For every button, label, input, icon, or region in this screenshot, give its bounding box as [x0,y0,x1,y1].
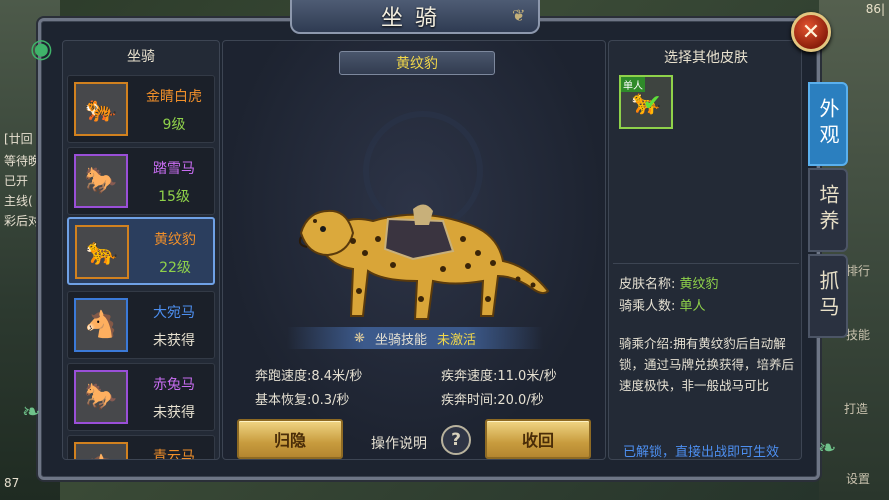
leaf-ornament-icon: ❧ [22,400,41,425]
skill-status: 未激活 [436,332,476,348]
leopard-model [298,204,550,320]
background-status-text: 86| [865,2,885,16]
skin-description: 骑乘介绍:拥有黄纹豹后自动解锁，通过马牌兑换获得，培养后速度极快，非一般战马可比 [619,336,795,393]
mount-name: 青云马 [153,449,195,460]
tab-label: 培养 [816,184,840,236]
grey-horse-icon: 🐴 [74,298,128,352]
mount-name: 金睛白虎 [146,89,202,105]
white-horse-icon: 🐎 [74,154,128,208]
skill-label: 坐骑技能 [374,332,427,348]
background-quest-text: 主线( [4,194,33,208]
background-menu-forge: 打造 [844,402,869,416]
skin-name-label: 皮肤名称: [619,277,676,292]
skin-header: 选择其他皮肤 [664,50,748,66]
tab-train[interactable]: 培养 [808,168,848,252]
mount-name: 黄纹豹 [154,232,196,248]
jade-ornament-icon: ◉ [30,34,53,64]
tab-appearance[interactable]: 外观 [808,82,848,166]
background-quest-text: [廿回 [4,132,33,146]
riders-row: 骑乘人数: 单人 [619,295,706,314]
mount-list-item-selected[interactable]: 🐆 黄纹豹 22级 [67,217,215,285]
mount-list-item[interactable]: 🐅 金睛白虎 9级 [67,75,215,143]
skill-icon: ❋ [354,330,365,346]
skin-panel: 选择其他皮肤 🐆 单人 ✔ 皮肤名称: 黄纹豹 骑乘人数: 单人 骑乘介绍:拥有… [608,40,802,460]
riders-value: 单人 [679,299,706,314]
background-quest-text: 已开 [4,174,29,188]
recovery-stat: 基本恢复:0.3/秒 [255,393,350,408]
tiger-icon: 🐅 [74,82,128,136]
tab-catch-horse[interactable]: 抓马 [808,254,848,338]
mount-level: 9级 [162,117,186,133]
background-menu-settings: 设置 [846,472,871,486]
riders-label: 骑乘人数: [619,299,676,314]
mount-name: 大宛马 [153,305,195,321]
skin-tag: 单人 [621,77,645,92]
mount-level: 15级 [158,189,190,205]
leaf-ornament-icon: ❧ [818,436,837,461]
background-quest-text: 彩后对 [4,214,41,228]
tab-label: 抓马 [816,270,840,322]
close-icon: ✕ [801,19,821,45]
run-speed-stat: 奔跑速度:8.4米/秒 [255,369,363,384]
mount-list-item[interactable]: 🐎 踏雪马 15级 [67,147,215,215]
mount-name: 踏雪马 [153,161,195,177]
black-horse-icon: 🐎 [74,370,128,424]
close-button[interactable]: ✕ [791,12,831,52]
skin-name-value: 黄纹豹 [679,277,719,292]
tab-label: 外观 [816,98,840,150]
recall-button[interactable]: 收回 [485,419,591,459]
background-quest-text: 等待晚 [4,154,41,168]
mount-level: 未获得 [153,333,195,349]
mount-name-plate: 黄纹豹 [339,51,495,75]
skin-option[interactable]: 🐆 单人 ✔ [619,75,673,129]
background-menu-skill: 技能 [846,328,871,342]
mount-list-header: 坐骑 [127,49,155,65]
unlock-status: 已解锁，直接出战即可生效 [623,445,780,460]
mount-level: 22级 [159,260,191,276]
window-title: 坐骑 [290,0,540,34]
mount-list-item[interactable]: 🐴 青云马 [67,435,215,460]
help-label: 操作说明 [371,436,427,452]
hide-button[interactable]: 归隐 [237,419,343,459]
skin-name-row: 皮肤名称: 黄纹豹 [619,273,719,292]
divider [613,263,799,264]
background-percent-text: 87 [4,476,20,490]
mount-list-item[interactable]: 🐴 大宛马 未获得 [67,291,215,359]
checkmark-icon: ✔ [643,91,662,116]
sprint-time-stat: 疾奔时间:20.0/秒 [441,393,544,408]
mount-preview-panel: 黄纹豹 ❋ 坐骑技能 未激活 奔跑速度:8.4米/秒 疾奔速度:11.0米/秒 … [222,40,606,460]
horse-icon: 🐴 [74,442,128,459]
mount-skill-bar[interactable]: ❋ 坐骑技能 未激活 [287,327,543,349]
leopard-icon: 🐆 [75,225,129,279]
background-menu-rank: 排行 [846,264,871,278]
help-icon[interactable]: ? [441,425,471,455]
mount-list-panel: 坐骑 🐅 金睛白虎 9级 🐎 踏雪马 15级 🐆 黄纹豹 22级 🐴 大宛马 未… [62,40,220,460]
mount-level: 未获得 [153,405,195,421]
title-ornament-right-icon: ❦ [512,6,526,25]
mount-list-item[interactable]: 🐎 赤兔马 未获得 [67,363,215,431]
mount-name: 赤兔马 [153,377,195,393]
sprint-speed-stat: 疾奔速度:11.0米/秒 [441,369,557,384]
